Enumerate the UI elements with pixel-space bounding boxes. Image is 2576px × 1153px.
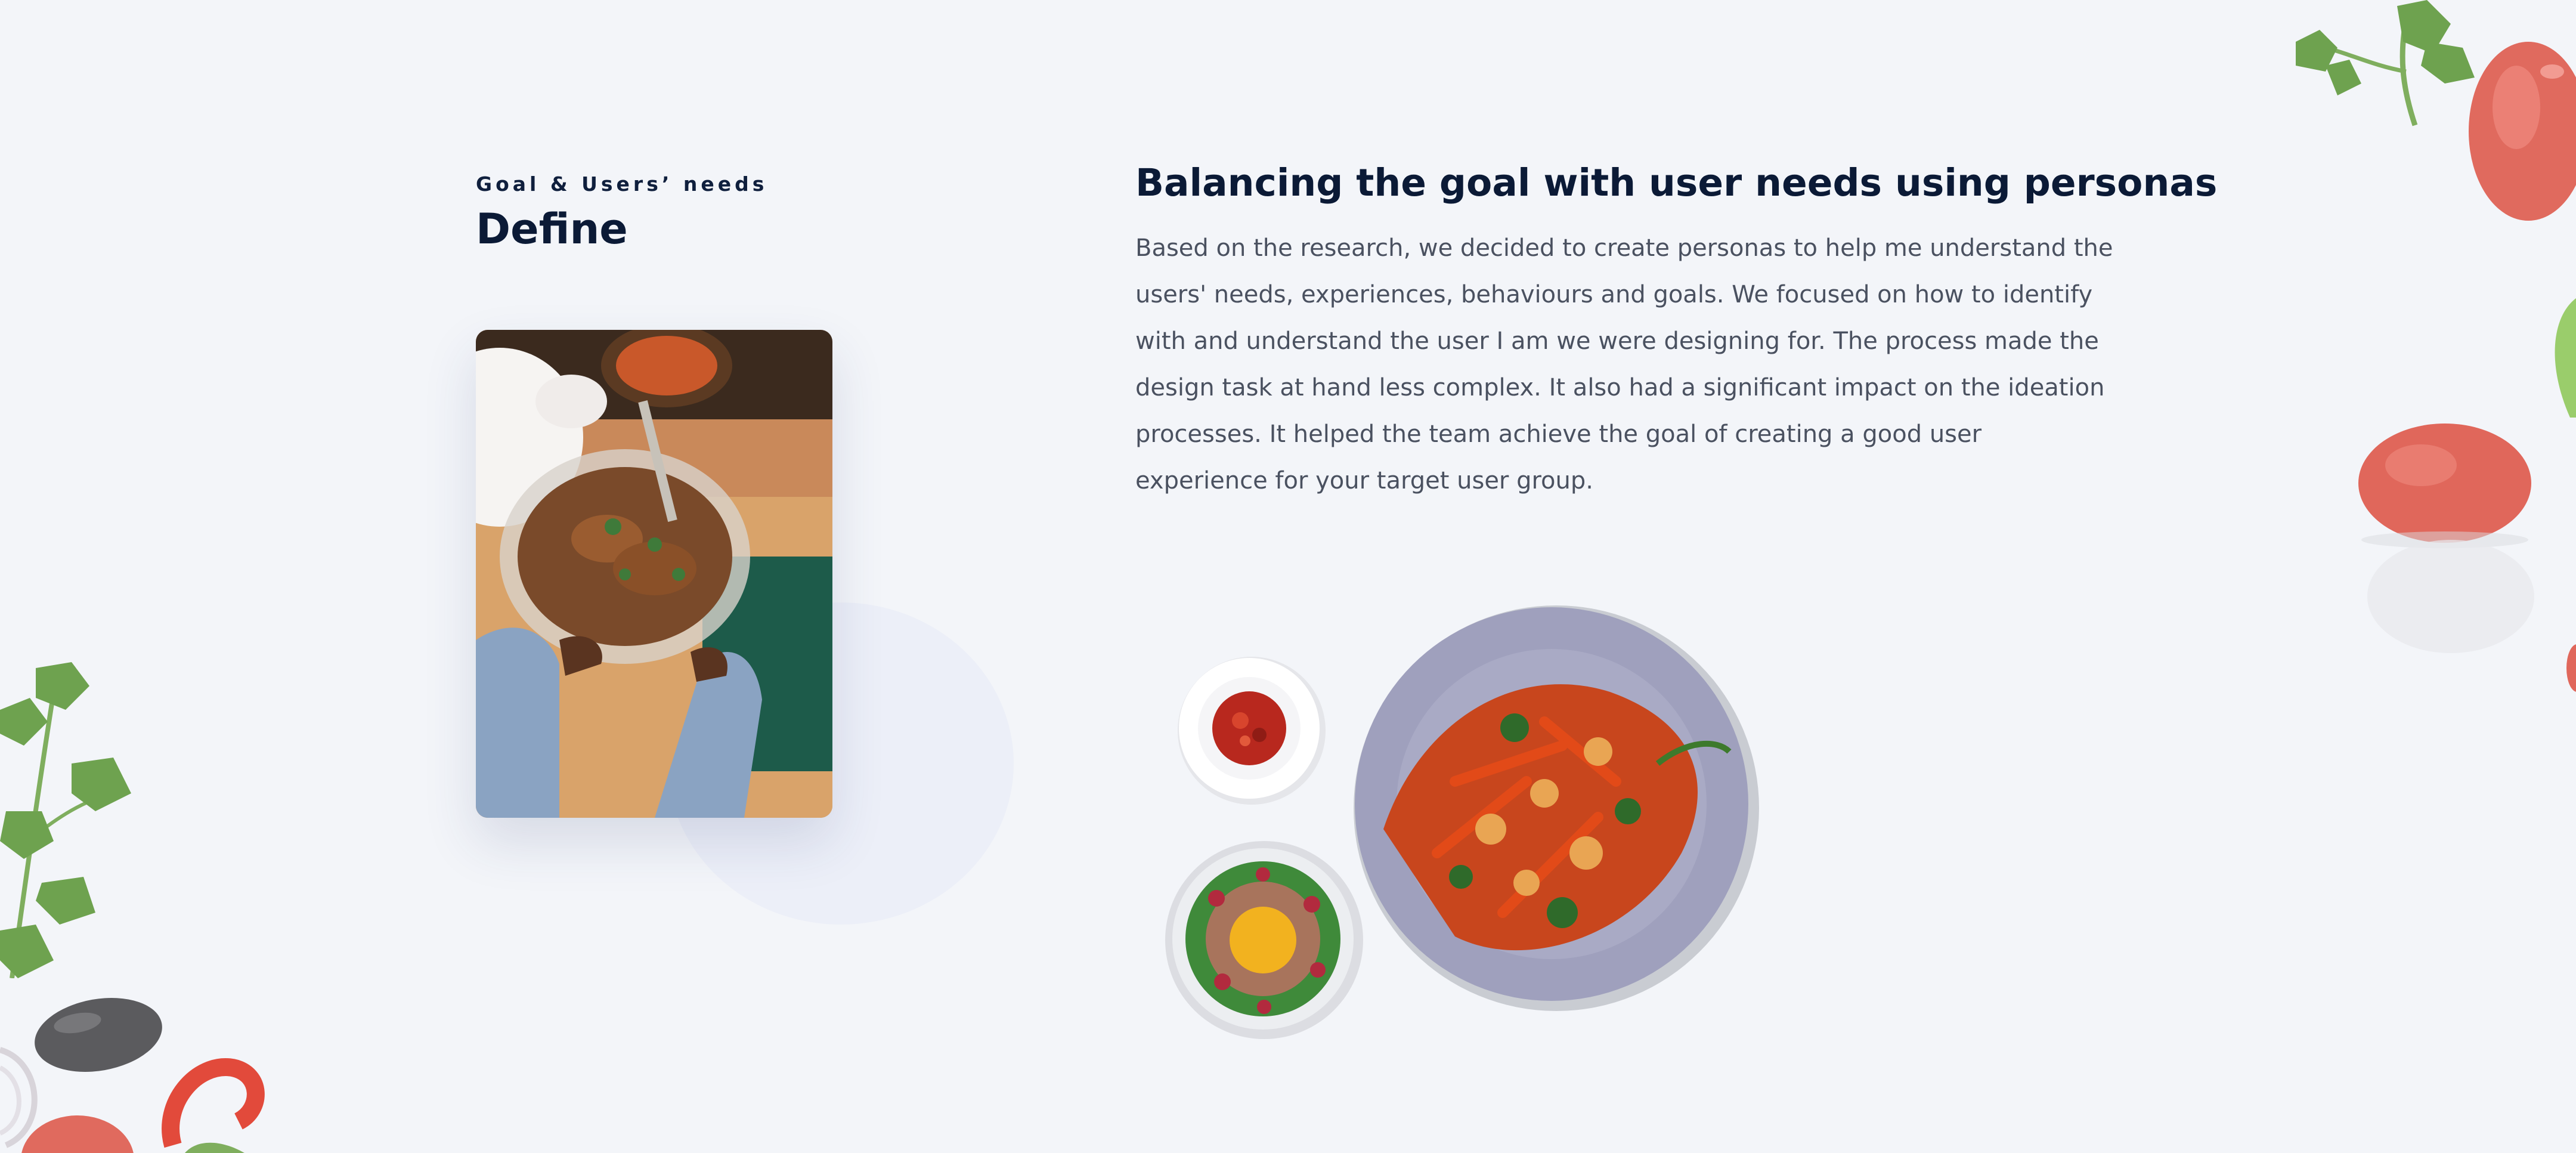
pasta-plate-image bbox=[1354, 605, 1759, 1011]
section-eyebrow: Goal & Users’ needs bbox=[476, 172, 768, 196]
salad-plate-image bbox=[1165, 841, 1363, 1039]
tomato-right-edge-image bbox=[2566, 644, 2576, 692]
parsley-sprig-left-image bbox=[0, 662, 131, 978]
food-sharing-photo bbox=[476, 330, 832, 818]
define-header: Goal & Users’ needs Define bbox=[476, 168, 893, 255]
parsley-sprig-top-right-image bbox=[2296, 0, 2475, 126]
tomato-top-right-image bbox=[2469, 42, 2576, 221]
red-pepper-ring-image bbox=[162, 1058, 265, 1153]
tomato-bottom-left-image bbox=[21, 1115, 134, 1153]
tomato-shadow-image bbox=[2367, 540, 2534, 653]
food-sharing-photo-image bbox=[476, 330, 832, 818]
content-headline: Balancing the goal with user needs using… bbox=[1135, 161, 2218, 205]
salsa-bowl-image bbox=[1178, 657, 1326, 805]
content-block: Balancing the goal with user needs using… bbox=[1135, 152, 2218, 504]
leaf-right-edge-image bbox=[2555, 298, 2576, 418]
content-paragraph: Based on the research, we decided to cre… bbox=[1135, 234, 2113, 494]
tomato-right-image bbox=[2358, 424, 2531, 548]
page: Goal & Users’ needs Define Balancing the… bbox=[0, 0, 2576, 1153]
dishes-illustration bbox=[1157, 602, 1765, 1044]
section-title: Define bbox=[476, 205, 628, 254]
